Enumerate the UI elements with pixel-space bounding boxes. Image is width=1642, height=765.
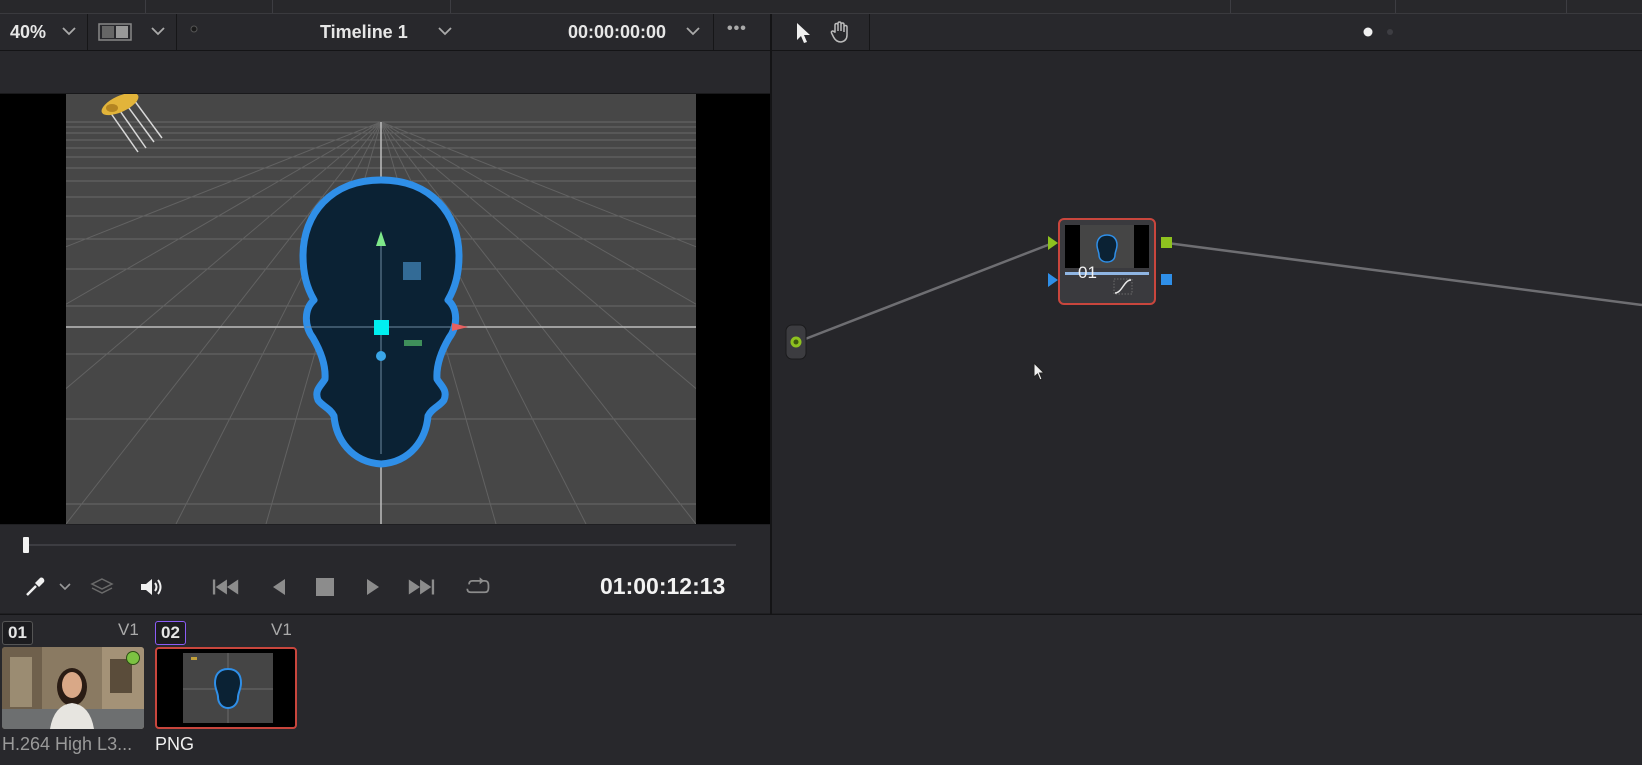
- go-to-end-icon[interactable]: [406, 572, 436, 602]
- more-options-button[interactable]: •••: [727, 20, 747, 38]
- loop-icon[interactable]: [462, 572, 492, 602]
- media-input-node[interactable]: [785, 324, 807, 360]
- playback-timecode[interactable]: 01:00:12:13: [600, 573, 725, 600]
- timeline-chevron-down-icon[interactable]: [436, 22, 454, 40]
- hand-tool-icon[interactable]: [828, 20, 852, 44]
- spotlight-icon[interactable]: [98, 94, 163, 153]
- header-timecode[interactable]: 00:00:00:00: [568, 22, 666, 43]
- viewer-mode-chevron-down-icon[interactable]: [149, 22, 167, 40]
- timecode-chevron-down-icon[interactable]: [684, 22, 702, 40]
- node-key-input-port[interactable]: [1048, 273, 1058, 287]
- node-editor-canvas[interactable]: 01: [772, 51, 1642, 613]
- clip-number-01: 01: [2, 621, 33, 645]
- clip-thumbnail-01[interactable]: [2, 647, 144, 729]
- page-indicator[interactable]: [1360, 24, 1400, 40]
- scrub-bar[interactable]: [24, 544, 736, 546]
- viewer-info-bar: [0, 51, 770, 94]
- pointer-tool-icon[interactable]: [792, 21, 814, 45]
- output-connection[interactable]: [1166, 241, 1642, 307]
- play-icon[interactable]: [358, 572, 388, 602]
- input-connection[interactable]: [799, 241, 1054, 343]
- node-rgb-input-port[interactable]: [1048, 236, 1058, 250]
- eyedropper-chevron-down-icon[interactable]: [58, 580, 72, 594]
- node-key-output-port[interactable]: [1161, 274, 1172, 285]
- stop-icon[interactable]: [310, 572, 340, 602]
- clip-status-dot-icon: [126, 651, 140, 665]
- viewer-mode-icon[interactable]: [98, 23, 132, 41]
- viewer-3d-scene: [66, 94, 696, 524]
- clip-number-02: 02: [155, 621, 186, 645]
- clip-track-02: V1: [271, 620, 292, 639]
- eyedropper-icon[interactable]: [20, 572, 50, 602]
- mouse-cursor-icon: [1033, 362, 1046, 381]
- node-label: 01: [1078, 263, 1097, 282]
- timeline-name[interactable]: Timeline 1: [320, 22, 408, 43]
- clip-track-01: V1: [118, 620, 139, 639]
- viewer-canvas[interactable]: [66, 94, 696, 524]
- clip-label-02: PNG: [155, 734, 195, 754]
- top-toolbar-strip: [0, 0, 1642, 14]
- clip-label-01: H.264 High L3...: [2, 734, 133, 754]
- playhead-handle[interactable]: [23, 537, 29, 553]
- go-to-start-icon[interactable]: [211, 572, 241, 602]
- volume-icon[interactable]: [137, 572, 167, 602]
- play-reverse-icon[interactable]: [264, 572, 294, 602]
- node-rgb-output-port[interactable]: [1161, 237, 1172, 248]
- zoom-chevron-down-icon[interactable]: [60, 22, 78, 40]
- viewer-header: 40% Timeline 1 00:00:00:00 •••: [0, 14, 770, 51]
- clip-thumbnail-02[interactable]: [155, 647, 297, 729]
- clip-01-preview-image: [2, 647, 144, 729]
- timeline-status-dot-icon: [190, 25, 198, 33]
- layers-icon[interactable]: [87, 572, 117, 602]
- clip-02-preview-image: [183, 653, 273, 723]
- corrector-node-01[interactable]: [1058, 218, 1156, 305]
- node-graph: [785, 218, 1642, 360]
- zoom-level[interactable]: 40%: [10, 22, 46, 43]
- node-editor-header: [772, 14, 1642, 51]
